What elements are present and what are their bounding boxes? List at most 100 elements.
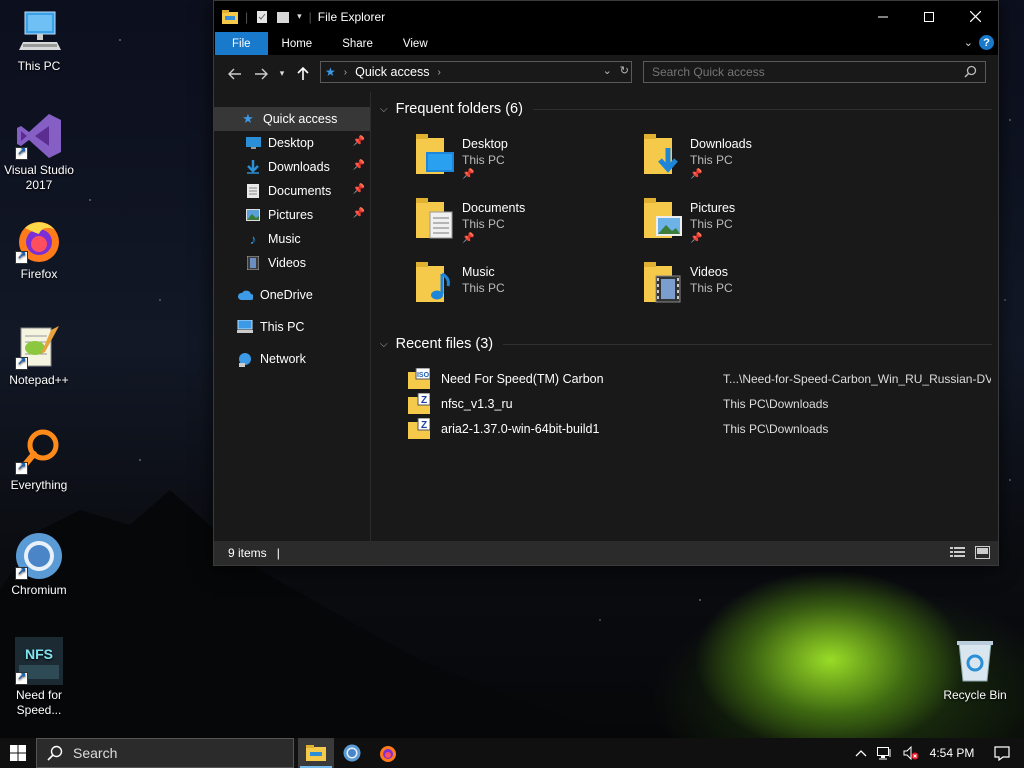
new-folder-icon[interactable] [276,10,290,24]
folder-tile-music[interactable]: Music This PC [416,262,616,318]
desktop-icon-everything[interactable]: Everything [0,427,78,493]
item-count: 9 items [228,546,267,560]
desktop-icon-need-for-speed[interactable]: NFS Need for Speed... [0,637,78,718]
pin-icon: 📌 [462,169,475,180]
desktop-icon-firefox[interactable]: Firefox [0,216,78,282]
breadcrumb-quick-access[interactable]: Quick access [355,65,429,79]
desktop-icon-label: Need for Speed... [15,688,63,717]
folder-location: This PC [462,281,505,295]
expand-ribbon-icon[interactable]: ⌄ [964,36,973,49]
folder-tile-videos[interactable]: Videos This PC [644,262,844,318]
folder-tile-documents[interactable]: Documents This PC 📌 [416,198,616,254]
archive-file-icon: Z [408,417,431,440]
sidebar-item-videos[interactable]: Videos [214,251,370,275]
volume-tray-button[interactable] [898,738,924,768]
back-button[interactable] [222,61,248,87]
minimize-button[interactable] [860,1,906,32]
address-history-icon[interactable]: ⌄ [603,64,612,77]
taskbar-search-input[interactable] [73,745,273,761]
tab-share[interactable]: Share [327,32,388,55]
tab-view[interactable]: View [388,32,443,55]
tab-home[interactable]: Home [268,32,328,55]
sidebar-item-label: OneDrive [260,288,313,302]
desktop-icon-visual-studio[interactable]: Visual Studio 2017 [0,112,78,193]
network-tray-button[interactable] [872,738,898,768]
taskbar-app-firefox[interactable] [370,738,406,768]
svg-text:Z: Z [421,420,427,431]
frequent-folders-header[interactable]: ⌵ Frequent folders (6) [380,101,992,117]
close-icon [969,11,981,22]
sidebar-item-label: Downloads [268,160,330,174]
folder-location: This PC [690,281,733,295]
action-center-button[interactable] [980,738,1024,768]
up-button[interactable] [290,61,316,87]
close-button[interactable] [952,1,998,32]
documents-icon [245,183,261,199]
properties-icon[interactable] [255,10,269,24]
help-icon[interactable]: ? [979,35,994,50]
customize-toolbar-icon[interactable]: ▾ [297,11,302,22]
desktop-icon-notepadpp[interactable]: Notepad++ [0,322,78,388]
quick-access-toolbar: | ▾ | [214,9,312,24]
chevron-up-icon [855,750,867,757]
pin-icon[interactable]: 📌 [353,208,365,219]
desktop-icon-chromium[interactable]: Chromium [0,532,78,598]
clock[interactable]: 4:54 PM [924,738,980,768]
folder-tile-desktop[interactable]: Desktop This PC 📌 [416,134,616,190]
address-bar[interactable]: ★ › Quick access › ⌄ ↻ [320,61,632,83]
recent-locations-button[interactable]: ▾ [274,61,290,87]
recent-file-row[interactable]: Z aria2-1.37.0-win-64bit-build1 This PC\… [408,417,998,441]
sidebar-item-desktop[interactable]: Desktop 📌 [214,131,370,155]
title-bar[interactable]: | ▾ | File Explorer [214,1,998,32]
shortcut-arrow-icon [15,460,28,475]
forward-arrow-icon [255,68,268,79]
file-explorer-icon [306,745,326,761]
taskbar-app-file-explorer[interactable] [298,738,334,768]
file-explorer-window[interactable]: | ▾ | File Explorer File Home Share View… [213,0,999,566]
start-button[interactable] [0,738,36,768]
network-status-icon [877,747,891,760]
recent-files-header[interactable]: ⌵ Recent files (3) [380,336,992,352]
desktop-icon-recycle-bin[interactable]: Recycle Bin [936,637,1014,703]
chevron-right-icon[interactable]: › [437,67,440,78]
refresh-icon[interactable]: ↻ [620,64,629,77]
forward-button[interactable] [248,61,274,87]
pictures-folder-icon [644,198,684,246]
sidebar-item-network[interactable]: Network [214,347,370,371]
folder-tile-pictures[interactable]: Pictures This PC 📌 [644,198,844,254]
back-arrow-icon [228,68,241,79]
taskbar-app-chromium[interactable] [334,738,370,768]
pin-icon[interactable]: 📌 [353,160,365,171]
desktop-icon-label: Notepad++ [9,373,69,387]
sidebar-item-onedrive[interactable]: OneDrive [214,283,370,307]
navigation-pane: ★ Quick access Desktop 📌 Downloads 📌 Doc… [214,92,371,542]
sidebar-item-this-pc[interactable]: This PC [214,315,370,339]
tab-file[interactable]: File [215,32,268,55]
chevron-right-icon[interactable]: › [344,67,347,78]
sidebar-item-pictures[interactable]: Pictures 📌 [214,203,370,227]
folder-app-icon [222,9,238,24]
maximize-button[interactable] [906,1,952,32]
sidebar-item-music[interactable]: ♪ Music [214,227,370,251]
pin-icon[interactable]: 📌 [353,136,365,147]
details-view-icon[interactable] [950,546,965,559]
recent-file-row[interactable]: ISO Need For Speed(TM) Carbon T...\Need-… [408,367,998,391]
group-title: Recent files (3) [395,336,494,352]
pin-icon: 📌 [690,169,703,180]
sidebar-item-documents[interactable]: Documents 📌 [214,179,370,203]
search-box[interactable] [643,61,986,83]
chromium-icon [343,744,361,762]
chevron-down-icon: ⌵ [380,103,388,115]
search-input[interactable] [652,65,952,79]
show-hidden-icons-button[interactable] [850,738,872,768]
taskbar-search-box[interactable] [36,738,294,768]
desktop-icon-this-pc[interactable]: This PC [0,8,78,74]
sidebar-item-quick-access[interactable]: ★ Quick access [214,107,370,131]
folder-tile-downloads[interactable]: Downloads This PC 📌 [644,134,844,190]
large-icons-view-icon[interactable] [975,546,990,559]
sidebar-item-label: Desktop [268,136,314,150]
pin-icon[interactable]: 📌 [353,184,365,195]
up-arrow-icon [297,66,309,80]
recent-file-row[interactable]: Z nfsc_v1.3_ru This PC\Downloads [408,392,998,416]
sidebar-item-downloads[interactable]: Downloads 📌 [214,155,370,179]
